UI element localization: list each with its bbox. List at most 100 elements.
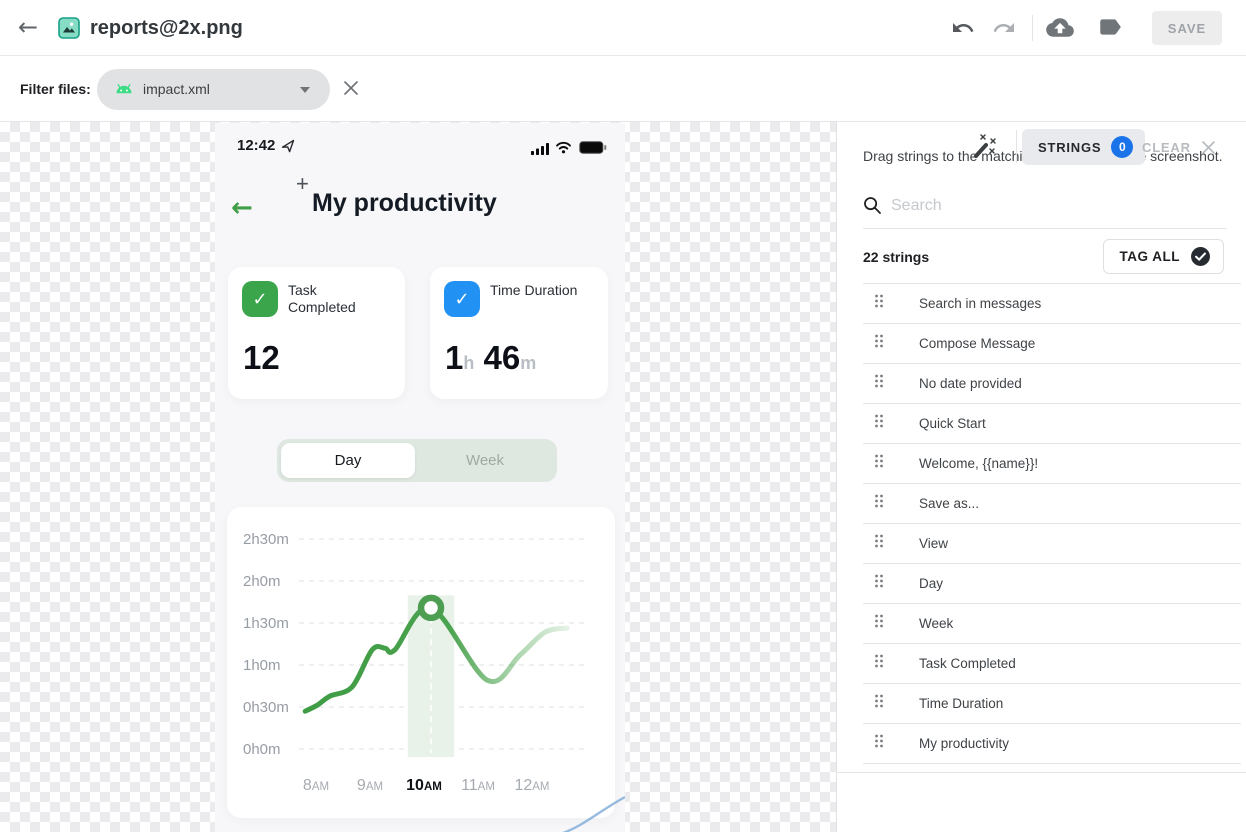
undo-icon[interactable] <box>950 16 976 45</box>
string-row[interactable]: View <box>863 524 1241 564</box>
string-label: Save as... <box>919 496 979 511</box>
phone-status-bar: 12:42 <box>215 137 625 159</box>
auto-tag-wand-icon[interactable] <box>968 130 999 168</box>
main-content: 12:42 ← + My productivity <box>0 122 1246 832</box>
card-label[interactable]: Task Completed <box>288 282 388 316</box>
search-input[interactable] <box>891 192 1211 220</box>
string-label: No date provided <box>919 376 1022 391</box>
phone-plus-icon: + <box>296 173 309 195</box>
upload-cloud-icon[interactable] <box>1046 16 1074 44</box>
y-tick-label: 0h0m <box>243 741 281 758</box>
toolbar-divider <box>1032 15 1033 41</box>
filter-files-label: Filter files: <box>20 56 91 122</box>
drag-handle-icon[interactable] <box>873 613 885 634</box>
string-label: View <box>919 536 948 551</box>
string-label: Welcome, {{name}}! <box>919 456 1038 471</box>
y-tick-label: 0h30m <box>243 699 289 716</box>
check-icon: ✓ <box>444 281 480 317</box>
location-arrow-icon <box>281 139 295 158</box>
back-arrow-icon[interactable]: ← <box>18 13 38 41</box>
drag-handle-icon[interactable] <box>873 653 885 674</box>
string-row[interactable]: Week <box>863 604 1241 644</box>
string-row[interactable]: Compose Message <box>863 324 1241 364</box>
string-label: Compose Message <box>919 336 1035 351</box>
y-tick-label: 1h0m <box>243 657 281 674</box>
string-label: Quick Start <box>919 416 986 431</box>
clear-tags-button[interactable]: CLEAR <box>1142 129 1216 165</box>
app-screenshot[interactable]: 12:42 ← + My productivity <box>215 123 625 832</box>
strings-toggle-button[interactable]: STRINGS 0 <box>1022 129 1145 165</box>
string-row[interactable]: Save as... <box>863 484 1241 524</box>
toggle-option-day[interactable]: Day <box>281 443 415 478</box>
string-label: Time Duration <box>919 696 1003 711</box>
panel-separator <box>837 772 1246 773</box>
tag-all-button[interactable]: TAG ALL <box>1103 239 1225 274</box>
drag-handle-icon[interactable] <box>873 373 885 394</box>
clear-label: CLEAR <box>1142 140 1191 155</box>
page-title: reports@2x.png <box>90 0 243 56</box>
task-completed-card[interactable]: ✓ Task Completed 12 <box>228 267 405 399</box>
y-tick-label: 2h0m <box>243 573 281 590</box>
time-duration-card[interactable]: ✓ Time Duration 1h 46m <box>430 267 608 399</box>
string-label: My productivity <box>919 736 1009 751</box>
check-icon: ✓ <box>242 281 278 317</box>
strings-label: STRINGS <box>1038 140 1101 155</box>
chevron-down-icon <box>300 87 310 93</box>
search-icon <box>863 196 882 220</box>
drag-handle-icon[interactable] <box>873 493 885 514</box>
battery-icon <box>579 141 607 159</box>
drag-handle-icon[interactable] <box>873 413 885 434</box>
strings-panel: Drag strings to the matching text areas … <box>836 122 1246 832</box>
string-row[interactable]: Quick Start <box>863 404 1241 444</box>
productivity-chart-card[interactable]: 2h30m2h0m1h30m1h0m0h30m0h0m8AM9AM10AM11A… <box>227 507 615 818</box>
string-label: Task Completed <box>919 656 1016 671</box>
tag-label-icon[interactable] <box>1097 16 1123 43</box>
string-label: Search in messages <box>919 296 1041 311</box>
phone-screen-title[interactable]: My productivity <box>312 189 497 218</box>
string-row[interactable]: Task Completed <box>863 644 1241 684</box>
x-tick-label: 10AM <box>406 777 442 794</box>
string-label: Week <box>919 616 953 631</box>
check-circle-icon <box>1190 246 1211 267</box>
string-row[interactable]: Day <box>863 564 1241 604</box>
search-underline <box>863 228 1227 229</box>
string-row[interactable]: Search in messages <box>863 284 1241 324</box>
android-icon <box>114 80 134 104</box>
selected-file-name: impact.xml <box>143 69 210 110</box>
image-file-icon <box>58 17 80 44</box>
save-button[interactable]: SAVE <box>1152 11 1222 45</box>
clear-x-icon <box>1201 140 1216 155</box>
transparency-canvas: 12:42 ← + My productivity <box>0 122 836 832</box>
app-window: ← reports@2x.png SAVE Filter files: <box>0 0 1246 832</box>
remove-filter-icon[interactable] <box>343 80 359 101</box>
string-label: Day <box>919 576 943 591</box>
filter-bar-divider <box>1016 130 1017 163</box>
string-row[interactable]: No date provided <box>863 364 1241 404</box>
cellular-signal-icon <box>531 142 550 160</box>
strings-list: Search in messages Compose Message No da… <box>863 283 1241 764</box>
toggle-option-week[interactable]: Week <box>417 443 553 478</box>
drag-handle-icon[interactable] <box>873 453 885 474</box>
x-tick-label: 12AM <box>514 777 549 794</box>
phone-back-arrow-icon: ← <box>231 195 253 221</box>
string-row[interactable]: My productivity <box>863 724 1241 764</box>
card-label[interactable]: Time Duration <box>490 282 590 299</box>
drag-handle-icon[interactable] <box>873 733 885 754</box>
wifi-icon <box>555 141 572 159</box>
file-filter-dropdown[interactable]: impact.xml <box>97 69 330 110</box>
card-value: 1h 46m <box>445 339 536 377</box>
redo-icon[interactable] <box>991 16 1017 45</box>
productivity-chart: 2h30m2h0m1h30m1h0m0h30m0h0m8AM9AM10AM11A… <box>227 507 615 818</box>
day-week-toggle: Day Week <box>277 439 557 482</box>
string-row[interactable]: Welcome, {{name}}! <box>863 444 1241 484</box>
drag-handle-icon[interactable] <box>873 333 885 354</box>
drag-handle-icon[interactable] <box>873 533 885 554</box>
drag-handle-icon[interactable] <box>873 693 885 714</box>
chart-marker <box>421 598 441 618</box>
string-row[interactable]: Time Duration <box>863 684 1241 724</box>
drag-handle-icon[interactable] <box>873 573 885 594</box>
filter-bar: Filter files: impact.xml <box>0 56 1246 122</box>
drag-handle-icon[interactable] <box>873 293 885 314</box>
partial-next-chart-line <box>555 789 625 832</box>
y-tick-label: 1h30m <box>243 615 289 632</box>
